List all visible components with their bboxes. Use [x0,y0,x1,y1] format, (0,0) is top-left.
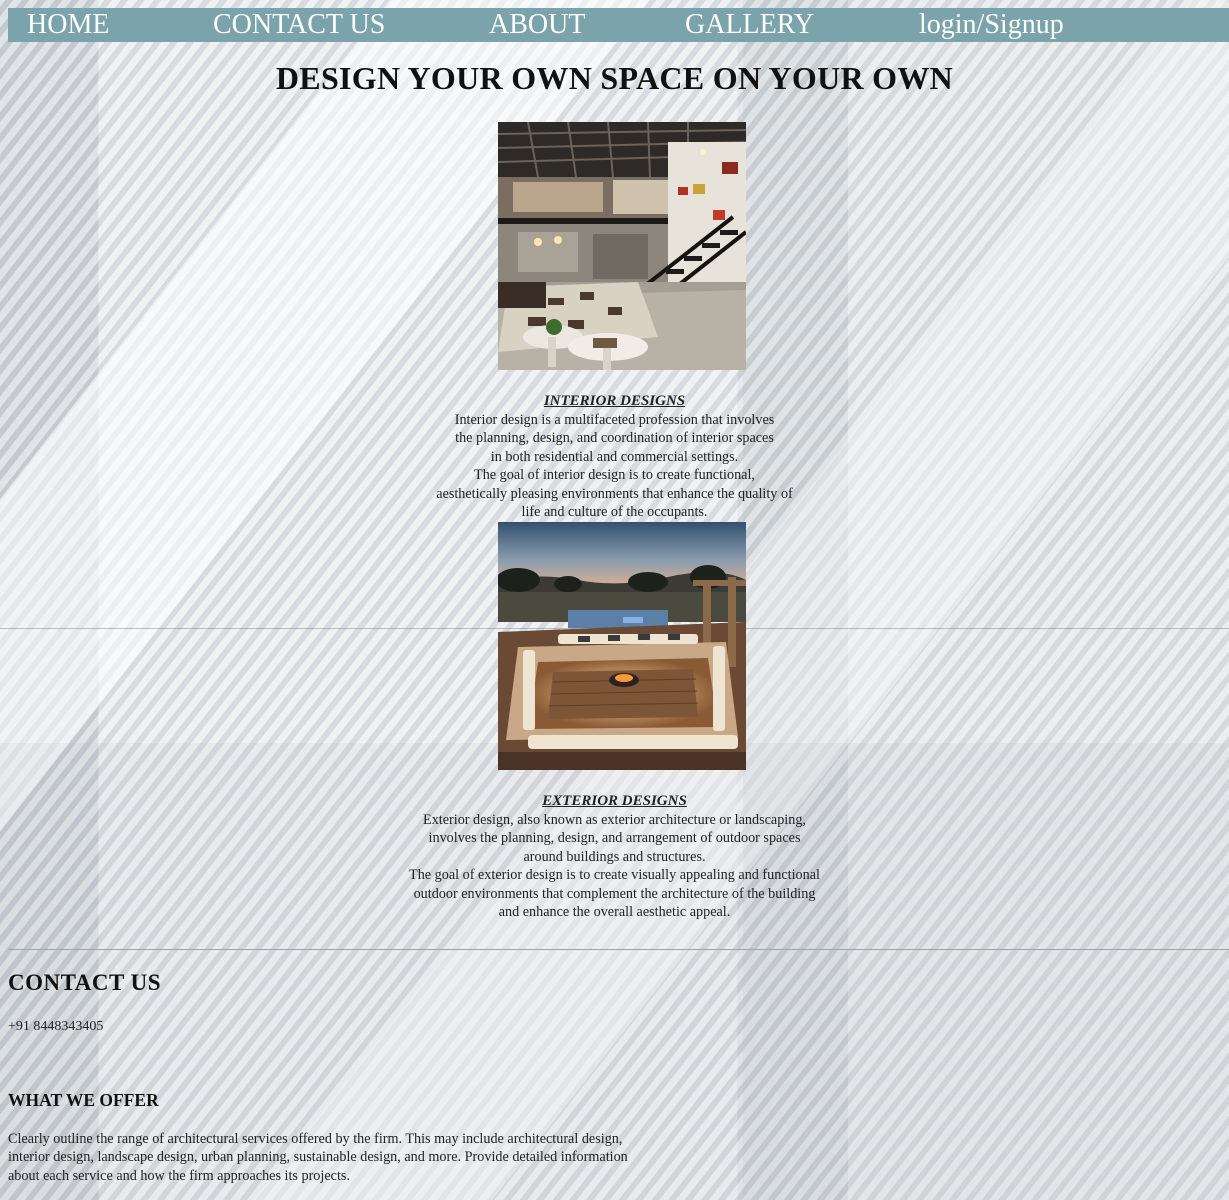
interior-section-title: INTERIOR DESIGNS [543,393,686,409]
interior-line: the planning, design, and coordination o… [455,430,774,447]
exterior-line: around buildings and structures. [523,848,706,865]
offer-heading: WHAT WE OFFER [8,1090,159,1110]
exterior-section-text: Exterior design, also known as exterior … [0,811,1229,921]
exterior-line: The goal of exterior design is to create… [409,867,820,884]
interior-line: in both residential and commercial setti… [490,448,739,465]
nav-login-signup-link[interactable]: login/Signup [919,8,1064,42]
interior-line: The goal of interior design is to create… [474,467,755,484]
section-divider [8,949,1229,950]
page-title: DESIGN YOUR OWN SPACE ON YOUR OWN [275,60,954,96]
exterior-section-title: EXTERIOR DESIGNS [542,793,687,809]
interior-design-photo [498,122,746,370]
top-navigation-bar: HOME CONTACT US ABOUT GALLERY login/Sign… [8,8,1229,42]
exterior-line: Exterior design, also known as exterior … [423,812,806,828]
exterior-line: and enhance the overall aesthetic appeal… [498,904,731,921]
nav-about-link[interactable]: ABOUT [489,8,585,42]
offer-line: Clearly outline the range of architectur… [8,1131,623,1147]
interior-line: aesthetically pleasing environments that… [436,485,793,502]
offer-description: Clearly outline the range of architectur… [8,1130,708,1185]
nav-contact-link[interactable]: CONTACT US [213,8,385,42]
exterior-design-photo [498,522,746,770]
contact-heading: CONTACT US [8,970,162,995]
interior-line: life and culture of the occupants. [521,504,708,521]
nav-gallery-link[interactable]: GALLERY [685,8,814,42]
offer-line: interior design, landscape design, urban… [8,1149,628,1166]
exterior-line: involves the planning, design, and arran… [428,830,801,847]
interior-line: Interior design is a multifaceted profes… [454,412,775,428]
offer-line: about each service and how the firm appr… [8,1167,350,1184]
interior-section-text: Interior design is a multifaceted profes… [0,411,1229,521]
nav-home-link[interactable]: HOME [27,8,109,42]
contact-phone: +91 8448343405 [8,1019,104,1034]
exterior-line: outdoor environments that complement the… [413,885,816,902]
